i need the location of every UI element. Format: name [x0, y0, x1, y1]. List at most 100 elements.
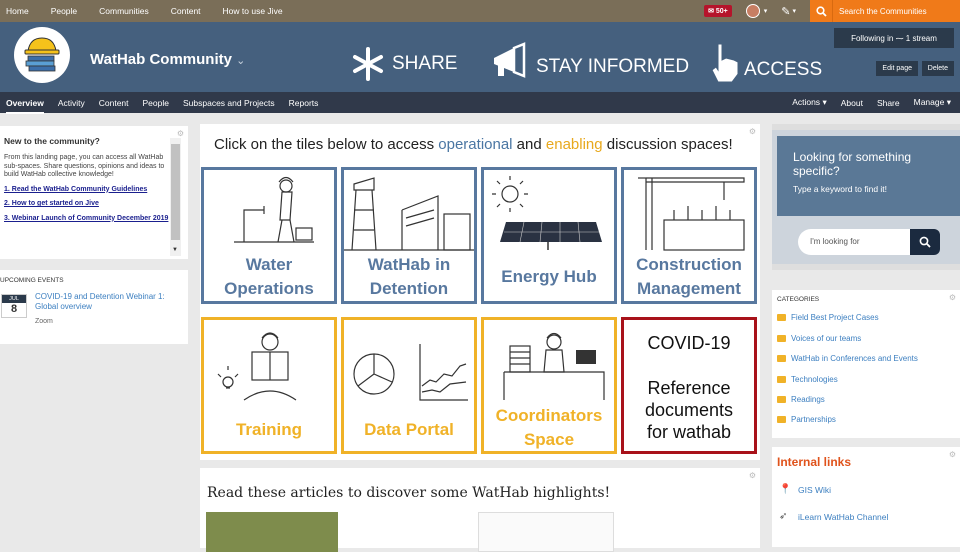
keyword-search-input[interactable]: I'm looking for — [798, 229, 910, 255]
category-link[interactable]: Readings — [777, 395, 825, 404]
chevron-down-icon[interactable]: ⌄ — [236, 55, 245, 67]
ilearn-channel-link[interactable]: ➶ iLearn WatHab Channel — [779, 511, 888, 522]
event-month: JUL — [2, 295, 26, 303]
search-submit-button[interactable] — [910, 229, 940, 255]
avatar[interactable] — [745, 4, 760, 18]
chevron-down-icon[interactable]: ▾ — [764, 7, 768, 15]
tab-about[interactable]: About — [841, 98, 863, 108]
tile-label: Management — [637, 279, 741, 298]
scroll-down-icon[interactable]: ▼ — [172, 247, 178, 253]
access-header-link[interactable]: ACCESS — [708, 42, 822, 84]
pencil-icon[interactable]: ✎ — [781, 5, 790, 18]
chevron-down-icon: ▾ — [946, 97, 951, 107]
tab-share[interactable]: Share — [877, 98, 900, 108]
tile-covid-19[interactable]: COVID-19 Reference documents for wathab — [621, 317, 757, 454]
community-banner: WatHab Community ⌄ SHARE STAY INFORMED A… — [0, 22, 960, 92]
folder-icon — [777, 416, 786, 423]
search-icon[interactable] — [810, 0, 832, 22]
search-subtitle: Type a keyword to find it! — [793, 184, 888, 194]
category-link[interactable]: Voices of our teams — [777, 334, 861, 343]
gear-icon[interactable]: ⚙ — [749, 471, 756, 480]
event-link[interactable]: COVID-19 and Detention Webinar 1: Global… — [35, 292, 175, 312]
gear-icon[interactable]: ⚙ — [177, 129, 184, 138]
notifications-badge[interactable]: ✉ 50+ — [704, 5, 732, 17]
category-link[interactable]: Technologies — [777, 375, 838, 384]
calendar-date: JUL 8 — [1, 294, 27, 318]
search-icon — [919, 236, 931, 248]
tile-wathab-in-detention[interactable]: WatHab in Detention — [341, 167, 477, 304]
tiles-panel: ⚙ Click on the tiles below to access ope… — [200, 124, 760, 460]
community-logo[interactable] — [14, 27, 70, 83]
gear-icon[interactable]: ⚙ — [749, 127, 756, 136]
tile-coordinators-space[interactable]: Coordinators Space — [481, 317, 617, 454]
community-title[interactable]: WatHab Community ⌄ — [90, 51, 245, 68]
category-link[interactable]: Field Best Project Cases — [777, 313, 879, 322]
tab-overview[interactable]: Overview — [6, 98, 44, 114]
tile-label: Training — [235, 420, 303, 439]
gear-icon[interactable]: ⚙ — [949, 293, 956, 302]
article-document-thumbnail[interactable] — [478, 512, 614, 552]
articles-panel: ⚙ Read these articles to discover some W… — [200, 468, 760, 552]
tab-content[interactable]: Content — [99, 98, 129, 108]
manage-menu[interactable]: Manage ▾ — [914, 97, 951, 108]
welcome-scrollbar[interactable]: ▼ — [170, 138, 181, 256]
detention-illustration — [344, 177, 474, 251]
nav-people[interactable]: People — [51, 6, 77, 16]
activity-icon: ⁓ — [895, 33, 904, 43]
tile-energy-hub[interactable]: Energy Hub — [481, 167, 617, 304]
stay-informed-header-link[interactable]: STAY INFORMED — [490, 42, 689, 82]
map-pin-icon: 📍 — [779, 484, 792, 495]
tile-label: WatHab in — [367, 255, 451, 274]
nav-content[interactable]: Content — [171, 6, 201, 16]
tab-subspaces[interactable]: Subspaces and Projects — [183, 98, 275, 108]
search-widget: Looking for something specific? Type a k… — [772, 130, 960, 264]
tile-data-portal[interactable]: Data Portal — [341, 317, 477, 454]
nav-communities[interactable]: Communities — [99, 6, 149, 16]
scrollbar-thumb[interactable] — [171, 144, 180, 240]
categories-title: CATEGORIES — [777, 296, 820, 303]
pointer-hand-icon — [711, 43, 739, 83]
tile-label: Detention — [369, 279, 449, 298]
welcome-title: New to the community? — [4, 136, 100, 146]
tab-activity[interactable]: Activity — [58, 98, 85, 108]
welcome-text: From this landing page, you can access a… — [4, 154, 165, 178]
share-header-link[interactable]: SHARE — [350, 46, 457, 82]
tile-water-operations[interactable]: Water Operations — [201, 167, 337, 304]
tile-label: Water — [245, 255, 293, 274]
guidelines-link[interactable]: 1. Read the WatHab Community Guidelines — [4, 186, 184, 195]
webinar-link[interactable]: 3. Webinar Launch of Community December … — [4, 215, 184, 224]
article-image[interactable] — [206, 512, 338, 552]
tile-label: Data Portal — [364, 420, 454, 439]
delete-button[interactable]: Delete — [921, 61, 954, 76]
gear-icon[interactable]: ⚙ — [949, 450, 956, 459]
internal-links-panel: ⚙ Internal links 📍 GIS Wiki ➶ iLearn WatHa… — [772, 447, 960, 547]
get-started-link[interactable]: 2. How to get started on Jive — [4, 200, 184, 209]
actions-menu[interactable]: Actions ▾ — [792, 97, 827, 108]
categories-panel: ⚙ CATEGORIES Field Best Project Cases Vo… — [772, 290, 960, 438]
nav-how-to-use-jive[interactable]: How to use Jive — [223, 6, 283, 16]
tile-label: Reference documents for wathab — [644, 378, 734, 442]
nav-home[interactable]: Home — [6, 6, 29, 16]
event-day: 8 — [10, 303, 18, 315]
tile-label: Space — [523, 430, 575, 449]
folder-icon — [777, 335, 786, 342]
category-link[interactable]: Partnerships — [777, 415, 836, 424]
rocket-icon: ➶ — [779, 511, 788, 522]
tile-label: Operations — [224, 279, 314, 298]
category-link[interactable]: WatHab in Conferences and Events — [777, 354, 918, 363]
folder-icon — [777, 314, 786, 321]
community-subnav: Overview Activity Content People Subspac… — [0, 92, 960, 114]
gis-wiki-link[interactable]: 📍 GIS Wiki — [779, 484, 831, 495]
solar-panel-icon — [492, 176, 602, 250]
training-illustration — [217, 332, 297, 401]
tab-people[interactable]: People — [143, 98, 169, 108]
tab-reports[interactable]: Reports — [289, 98, 319, 108]
search-communities-button[interactable]: Search the Communities — [832, 0, 960, 22]
following-stream-button[interactable]: Following in ⁓ 1 stream — [834, 28, 954, 48]
tile-training[interactable]: Training — [201, 317, 337, 454]
chevron-down-icon[interactable]: ▾ — [792, 7, 796, 15]
event-location: Zoom — [35, 318, 53, 325]
edit-page-button[interactable]: Edit page — [876, 61, 918, 76]
desk-illustration — [503, 332, 605, 400]
tile-construction-management[interactable]: Construction Management — [621, 167, 757, 304]
